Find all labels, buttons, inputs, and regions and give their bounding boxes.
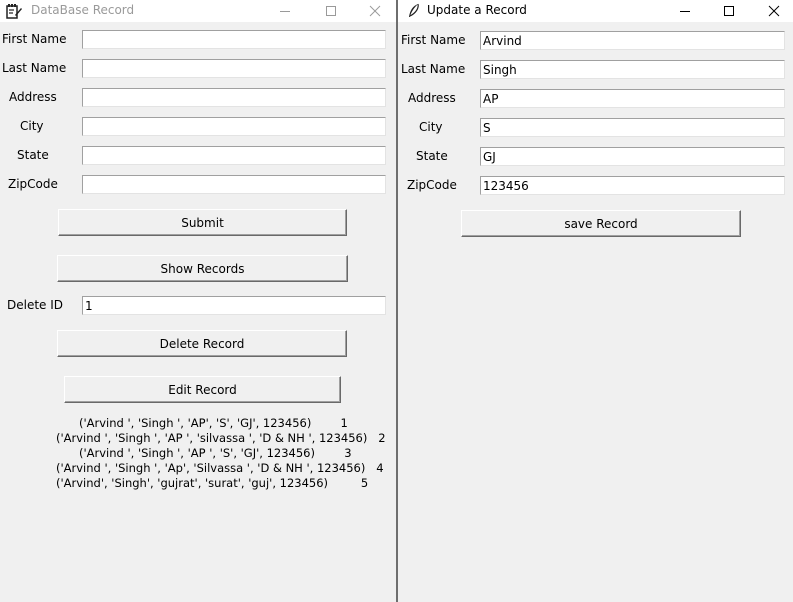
maximize-icon[interactable] bbox=[706, 0, 752, 22]
show-records-button[interactable]: Show Records bbox=[57, 255, 348, 282]
close-icon[interactable] bbox=[352, 0, 397, 22]
state-label: State bbox=[17, 148, 49, 162]
update-first-name-label: First Name bbox=[401, 33, 466, 47]
update-last-name-label: Last Name bbox=[401, 62, 466, 76]
minimize-icon[interactable] bbox=[662, 0, 708, 22]
left-window-title: DataBase Record bbox=[31, 3, 135, 17]
delete-id-label: Delete ID bbox=[7, 298, 64, 312]
minimize-icon[interactable] bbox=[262, 0, 308, 22]
edit-record-button[interactable]: Edit Record bbox=[64, 376, 341, 403]
zipcode-input[interactable] bbox=[82, 175, 386, 194]
database-record-window: DataBase Record First Name Last Name Add… bbox=[0, 0, 397, 602]
update-zipcode-input[interactable] bbox=[480, 176, 785, 195]
update-first-name-input[interactable] bbox=[480, 31, 785, 50]
feather-icon bbox=[406, 3, 422, 19]
first-name-input[interactable] bbox=[82, 30, 386, 49]
address-input[interactable] bbox=[82, 88, 386, 107]
state-input[interactable] bbox=[82, 146, 386, 165]
maximize-icon[interactable] bbox=[308, 0, 354, 22]
zipcode-label: ZipCode bbox=[8, 177, 58, 191]
close-icon[interactable] bbox=[751, 0, 793, 22]
delete-id-input[interactable] bbox=[82, 296, 386, 315]
update-address-label: Address bbox=[408, 91, 456, 105]
update-state-input[interactable] bbox=[480, 147, 785, 166]
city-label: City bbox=[20, 119, 44, 133]
record-row: ('Arvind ', 'Singh ', 'AP ', 'silvassa '… bbox=[56, 431, 386, 445]
record-row: ('Arvind', 'Singh', 'gujrat', 'surat', '… bbox=[56, 476, 369, 490]
update-state-label: State bbox=[416, 149, 448, 163]
city-input[interactable] bbox=[82, 117, 386, 136]
last-name-label: Last Name bbox=[2, 61, 67, 75]
first-name-label: First Name bbox=[2, 32, 67, 46]
record-row: ('Arvind ', 'Singh ', 'AP ', 'S', 'GJ', … bbox=[79, 446, 352, 460]
update-address-input[interactable] bbox=[480, 89, 785, 108]
update-city-input[interactable] bbox=[480, 118, 785, 137]
record-row: ('Arvind ', 'Singh ', 'Ap', 'Silvassa ',… bbox=[56, 461, 384, 475]
update-city-label: City bbox=[419, 120, 443, 134]
save-record-button[interactable]: save Record bbox=[461, 210, 741, 237]
update-record-window: Update a Record First Name Last Name Add… bbox=[398, 0, 793, 602]
delete-record-button[interactable]: Delete Record bbox=[57, 330, 347, 357]
record-row: ('Arvind ', 'Singh ', 'AP', 'S', 'GJ', 1… bbox=[79, 416, 348, 430]
update-zipcode-label: ZipCode bbox=[407, 178, 457, 192]
left-title-bar[interactable]: DataBase Record bbox=[0, 0, 397, 22]
address-label: Address bbox=[9, 90, 57, 104]
right-window-title: Update a Record bbox=[427, 3, 527, 17]
notepad-pen-icon bbox=[6, 3, 22, 19]
last-name-input[interactable] bbox=[82, 59, 386, 78]
right-title-bar[interactable]: Update a Record bbox=[398, 0, 793, 22]
submit-button[interactable]: Submit bbox=[58, 209, 347, 236]
update-last-name-input[interactable] bbox=[480, 60, 785, 79]
